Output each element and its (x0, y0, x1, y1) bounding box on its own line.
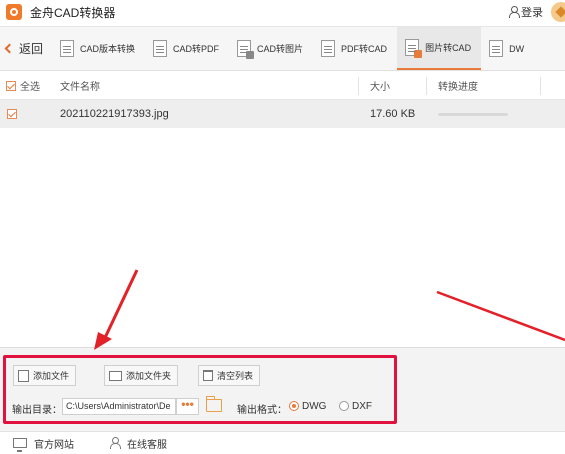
tab-label: CAD版本转换 (80, 44, 136, 54)
login-label: 登录 (521, 7, 543, 19)
table-header: 全选 文件名称 大小 转换进度 (0, 72, 565, 100)
highlight-box (3, 355, 397, 424)
user-icon (508, 6, 520, 18)
progress-bar (438, 112, 508, 116)
tab-label: PDF转CAD (341, 44, 388, 54)
column-divider[interactable] (358, 77, 359, 95)
back-label: 返回 (19, 42, 44, 56)
file-table: 全选 文件名称 大小 转换进度 202110221917393.jpg 17.6… (0, 72, 565, 128)
cad-to-pdf-icon (153, 40, 168, 57)
website-label: 官方网站 (34, 439, 74, 451)
cad-version-icon (60, 40, 74, 57)
dwg-icon (489, 40, 504, 57)
tab-label: 图片转CAD (425, 43, 472, 53)
column-header-progress: 转换进度 (438, 82, 478, 93)
login-button[interactable]: 登录 (508, 4, 543, 20)
tab-cad-version[interactable]: CAD版本转换 (52, 27, 145, 70)
arrow-line (101, 269, 139, 343)
table-row[interactable]: 202110221917393.jpg 17.60 KB (0, 100, 565, 128)
tab-label: CAD转图片 (257, 44, 304, 54)
customer-service-icon (109, 437, 121, 449)
app-logo-icon (6, 4, 22, 20)
column-divider[interactable] (540, 77, 541, 95)
checkbox-checked-icon (6, 80, 16, 91)
back-button[interactable]: 返回 (0, 27, 52, 70)
checkbox-checked-icon (7, 109, 17, 119)
function-tab-bar: 返回 CAD版本转换 CAD转PDF CAD转图片 PDF转CAD 图片转CAD… (0, 26, 565, 71)
column-header-size: 大小 (370, 82, 390, 93)
row-checkbox[interactable] (0, 109, 60, 119)
chevron-left-icon (4, 43, 15, 54)
tab-pdf-to-cad[interactable]: PDF转CAD (313, 27, 397, 70)
cad-to-image-icon (237, 40, 255, 59)
arrow-line (436, 290, 565, 342)
monitor-icon (13, 438, 27, 452)
select-all-checkbox[interactable]: 全选 (0, 78, 60, 93)
column-divider[interactable] (426, 77, 427, 95)
tab-image-to-cad[interactable]: 图片转CAD (397, 27, 482, 70)
tab-cad-to-image[interactable]: CAD转图片 (229, 27, 313, 70)
tab-cad-to-pdf[interactable]: CAD转PDF (145, 27, 229, 70)
file-size: 17.60 KB (370, 108, 416, 120)
service-label: 在线客服 (127, 439, 167, 451)
title-bar: 金舟CAD转换器 登录 (0, 0, 565, 24)
progress-cell (428, 112, 540, 116)
app-title: 金舟CAD转换器 (30, 5, 116, 20)
image-to-cad-icon (405, 39, 423, 58)
tab-label: CAD转PDF (173, 44, 220, 54)
customer-service-link[interactable]: 在线客服 (109, 436, 167, 451)
pdf-to-cad-icon (321, 40, 336, 57)
website-link[interactable]: 官方网站 (13, 436, 74, 452)
tab-dwg[interactable]: DW (481, 27, 534, 70)
footer-bar: 官方网站 在线客服 (0, 431, 565, 454)
file-name: 202110221917393.jpg (60, 108, 169, 120)
select-all-label: 全选 (20, 82, 40, 93)
tab-label: DW (509, 43, 525, 54)
column-header-name: 文件名称 (60, 82, 100, 93)
vip-badge-icon[interactable] (551, 2, 565, 22)
